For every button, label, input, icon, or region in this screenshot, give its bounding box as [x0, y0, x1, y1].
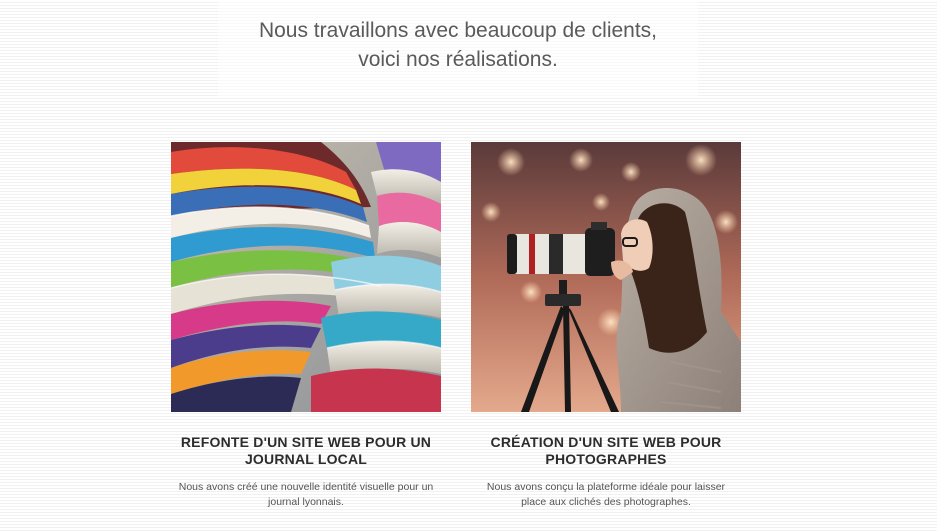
intro-banner: Nous travaillons avec beaucoup de client…: [218, 0, 698, 96]
project-title-journal: REFONTE D'UN SITE WEB POUR UN JOURNAL LO…: [171, 434, 441, 468]
project-description-photographes: Nous avons conçu la plateforme idéale po…: [471, 480, 741, 510]
intro-line-1: Nous travaillons avec beaucoup de client…: [258, 19, 658, 42]
intro-line-2: voici nos réalisations.: [358, 48, 558, 71]
project-title-line-1: CRÉATION D'UN SITE WEB POUR: [490, 434, 722, 450]
project-card-photographes: CRÉATION D'UN SITE WEB POUR PHOTOGRAPHES…: [471, 142, 741, 510]
intro-heading: Nous travaillons avec beaucoup de client…: [218, 0, 698, 74]
project-title-link-photographes[interactable]: CRÉATION D'UN SITE WEB POUR PHOTOGRAPHES: [471, 434, 741, 468]
project-card-journal: REFONTE D'UN SITE WEB POUR UN JOURNAL LO…: [171, 142, 441, 510]
project-title-line-1: REFONTE D'UN SITE WEB POUR UN: [180, 434, 432, 450]
project-description-journal: Nous avons créé une nouvelle identité vi…: [171, 480, 441, 510]
project-image-magazines[interactable]: [171, 142, 441, 412]
project-title-line-2: JOURNAL LOCAL: [244, 451, 368, 467]
photographer-photo: [471, 142, 741, 412]
project-title-link-journal[interactable]: REFONTE D'UN SITE WEB POUR UN JOURNAL LO…: [171, 434, 441, 468]
project-desc-line-2: journal lyonnais.: [268, 496, 344, 508]
magazines-photo: [171, 142, 441, 412]
project-image-photographer[interactable]: [471, 142, 741, 412]
project-title-line-2: PHOTOGRAPHES: [545, 451, 667, 467]
project-desc-line-1: Nous avons créé une nouvelle identité vi…: [178, 481, 434, 493]
project-desc-line-2: place aux clichés des photographes.: [521, 496, 691, 508]
project-desc-line-1: Nous avons conçu la plateforme idéale po…: [486, 481, 726, 493]
project-title-photographes: CRÉATION D'UN SITE WEB POUR PHOTOGRAPHES: [471, 434, 741, 468]
